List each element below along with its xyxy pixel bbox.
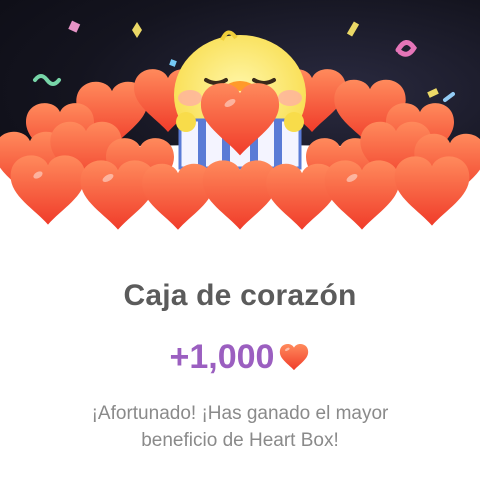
reward-amount: +1,000: [169, 338, 275, 376]
chick-mascot: [174, 30, 306, 170]
heart-icon: [280, 343, 309, 370]
reward-popup: Caja de corazón +1,000 ¡Afortunado! ¡Has…: [0, 0, 480, 503]
reward-row: +1,000: [0, 338, 480, 380]
reward-message: ¡Afortunado! ¡Has ganado el mayor benefi…: [91, 403, 389, 451]
card-title: Caja de corazón: [123, 279, 357, 312]
chick-hearts-illustration: [0, 20, 480, 230]
reward-card: Caja de corazón +1,000 ¡Afortunado! ¡Has…: [0, 0, 480, 503]
